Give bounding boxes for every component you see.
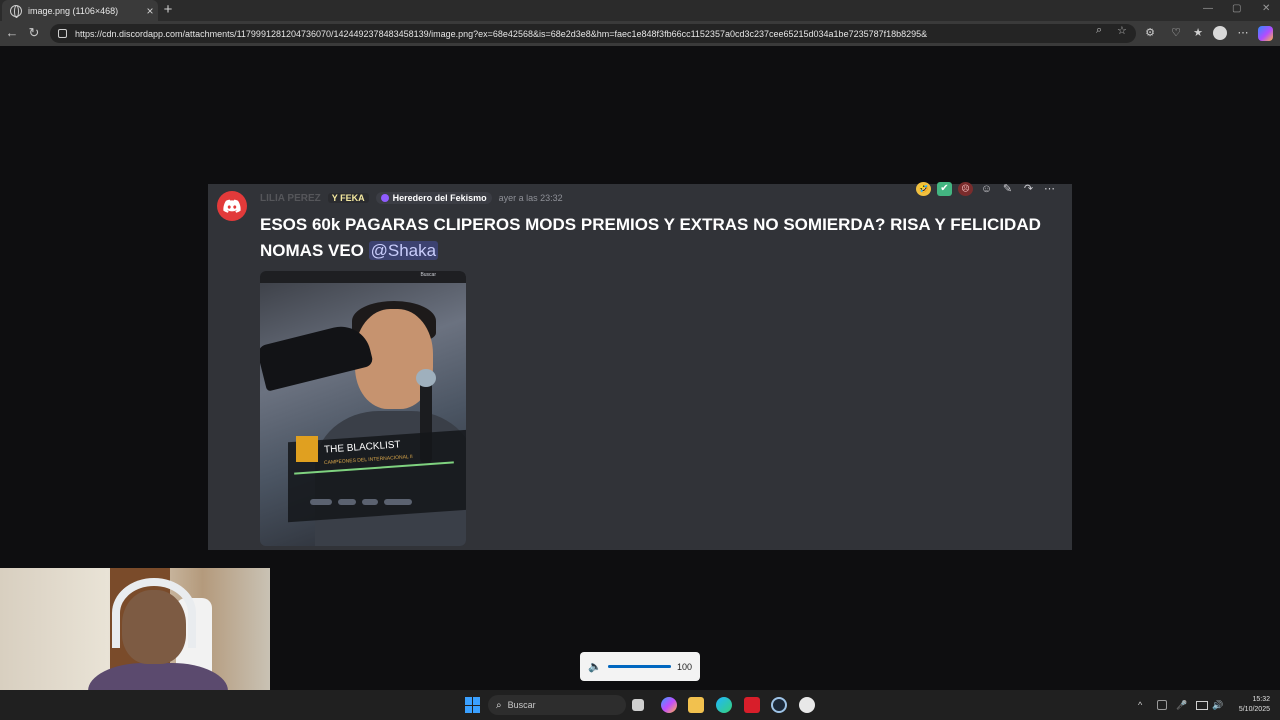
tab-title: image.png (1106×468) [28, 5, 119, 16]
app-icon[interactable] [799, 697, 815, 713]
start-button[interactable] [465, 697, 481, 713]
new-tab-button[interactable]: + [161, 1, 175, 19]
volume-flyout: 🔈 100 [580, 652, 700, 681]
forward-icon: ↷ [1023, 183, 1034, 195]
clock-date: 5/10/2025 [1238, 706, 1270, 713]
sad-reaction-icon: ☹ [958, 182, 973, 196]
maximize-button[interactable]: ▢ [1232, 3, 1241, 14]
more-menu-icon[interactable]: ⋯ [1235, 26, 1251, 40]
steam-icon[interactable] [771, 697, 787, 713]
favorites-icon[interactable]: ★ [1190, 26, 1206, 40]
browser-tab-bar: image.png (1106×468) × + — ▢ ✕ [0, 0, 1280, 21]
tray-overflow-icon[interactable]: ^ [1138, 699, 1142, 711]
close-window-button[interactable]: ✕ [1262, 3, 1270, 14]
add-reaction-icon: ☺ [980, 183, 993, 195]
globe-icon [10, 4, 22, 18]
volume-level: 100 [676, 661, 692, 672]
site-info-icon[interactable] [58, 29, 67, 38]
extensions-icon[interactable]: ⚙ [1142, 26, 1158, 40]
headphones [112, 578, 196, 648]
address-bar[interactable]: https://cdn.discordapp.com/attachments/1… [50, 24, 1136, 43]
server-tag: Y FEKA [327, 193, 369, 203]
search-placeholder: Buscar [507, 700, 536, 710]
embed-topbar: Buscar [260, 271, 466, 283]
edge-browser-icon[interactable] [716, 697, 732, 713]
blacklist-logo-icon [296, 436, 318, 462]
taskbar-search[interactable]: ⌕ Buscar [488, 695, 626, 715]
tray-app-icon[interactable] [1157, 700, 1167, 710]
message-header: LILIA PEREZ Y FEKA Heredero del Fekismo … [260, 192, 563, 204]
volume-slider[interactable] [607, 665, 671, 668]
taskbar: ⌕ Buscar ^ 🎤 🔊 15:32 5/10/2025 [0, 690, 1280, 720]
laugh-reaction-icon: 🤣 [916, 182, 931, 196]
tab-close-button[interactable]: × [142, 4, 158, 18]
user-mention: @Shaka [368, 241, 439, 260]
favorite-star-icon[interactable]: ☆ [1117, 24, 1127, 37]
overlay-chip [362, 499, 378, 505]
message-username: LILIA PEREZ [260, 192, 321, 204]
more-options-icon: ⋯ [1044, 183, 1055, 195]
taskbar-clock[interactable]: 15:32 5/10/2025 [1228, 695, 1270, 715]
microphone-icon[interactable]: 🎤 [1176, 699, 1187, 711]
tray-volume-icon[interactable]: 🔊 [1212, 699, 1223, 711]
profile-avatar-icon[interactable] [1213, 26, 1227, 40]
check-reaction-icon: ✔ [937, 182, 952, 196]
embed-search-label: Buscar [420, 272, 436, 278]
zoom-icon[interactable]: ⌕ [1096, 24, 1102, 37]
wps-office-icon[interactable] [744, 697, 760, 713]
message-timestamp: ayer a las 23:32 [498, 193, 563, 203]
copilot-taskbar-icon[interactable] [661, 697, 677, 713]
network-icon[interactable] [1196, 701, 1208, 710]
message-actions: 🤣 ✔ ☹ ☺ ✎ ↷ ⋯ [916, 182, 1057, 196]
speaker-icon[interactable]: 🔈 [588, 660, 602, 673]
message-attachment-image: Buscar THE BLACKLIST CAMPEONES DEL INTER… [260, 271, 466, 546]
file-explorer-icon[interactable] [688, 697, 704, 713]
copilot-icon[interactable] [1258, 26, 1273, 41]
address-bar-row: ← ↻ https://cdn.discordapp.com/attachmen… [0, 21, 1280, 46]
overlay-chip [310, 499, 332, 505]
search-icon: ⌕ [496, 699, 502, 711]
role-icon [380, 194, 389, 202]
message-text: ESOS 60k PAGARAS CLIPEROS MODS PREMIOS Y… [260, 212, 1070, 264]
role-badge: Heredero del Fekismo [375, 192, 492, 204]
task-view-icon[interactable] [632, 699, 644, 711]
role-label: Heredero del Fekismo [392, 193, 487, 203]
reload-button[interactable]: ↻ [26, 26, 42, 40]
back-button[interactable]: ← [4, 26, 20, 40]
url-text[interactable]: https://cdn.discordapp.com/attachments/1… [75, 29, 1075, 39]
browser-essentials-icon[interactable]: ♡ [1168, 26, 1184, 40]
volume-slider-fill [607, 665, 671, 668]
overlay-chip [384, 499, 412, 505]
overlay-chip [338, 499, 356, 505]
edit-icon: ✎ [1002, 183, 1013, 195]
discord-avatar-icon [217, 191, 247, 221]
clock-time: 15:32 [1252, 696, 1270, 703]
browser-tab[interactable]: image.png (1106×468) × [2, 0, 158, 21]
minimize-button[interactable]: — [1203, 3, 1213, 14]
